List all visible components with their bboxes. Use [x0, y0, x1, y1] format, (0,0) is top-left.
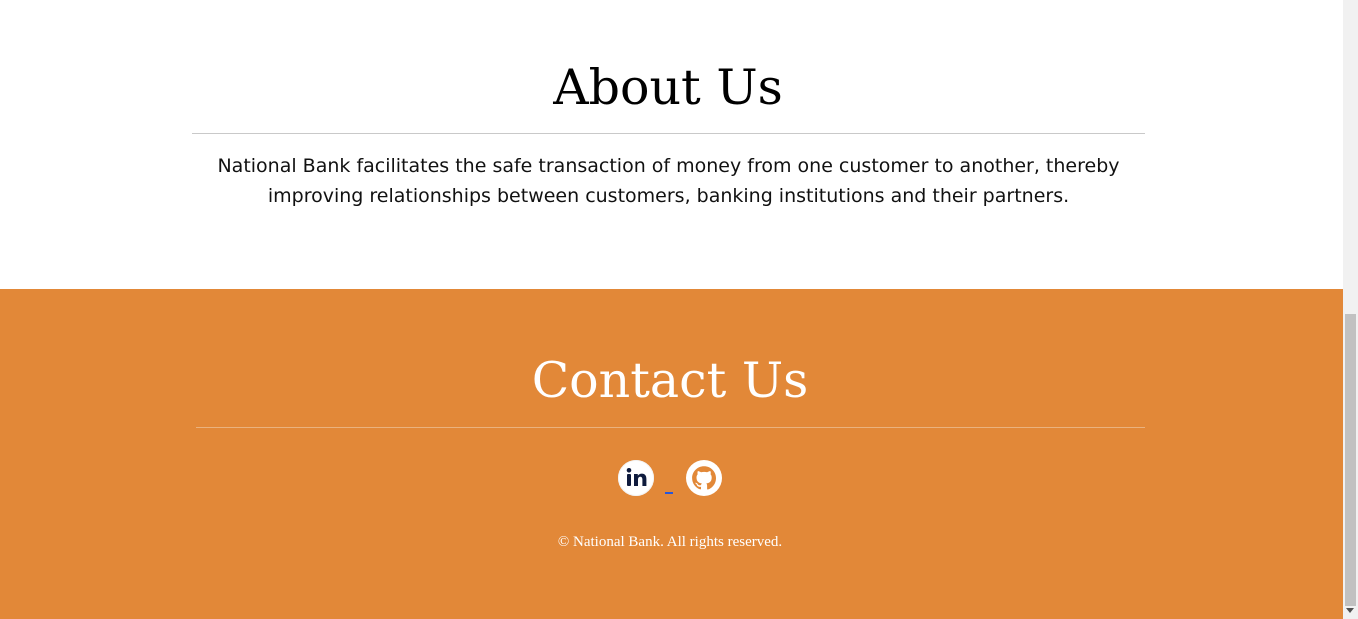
about-divider: [192, 133, 1145, 134]
github-icon: [686, 460, 722, 496]
copyright-text: © National Bank. All rights reserved.: [557, 534, 783, 550]
about-section: About Us National Bank facilitates the s…: [0, 0, 1343, 289]
github-link[interactable]: [685, 459, 723, 497]
contact-section: Contact Us © National Bank. All rights r…: [0, 289, 1343, 619]
page: About Us National Bank facilitates the s…: [0, 0, 1358, 619]
contact-divider: [196, 427, 1145, 428]
contact-title: Contact Us: [531, 352, 809, 409]
link-underline: [665, 492, 673, 494]
linkedin-link[interactable]: [617, 459, 655, 497]
social-links: [617, 459, 727, 499]
about-description: National Bank facilitates the safe trans…: [217, 155, 1120, 207]
vertical-scrollbar[interactable]: [1343, 0, 1358, 619]
linkedin-icon: [618, 460, 654, 496]
scroll-down-arrow-icon[interactable]: [1346, 608, 1354, 613]
about-title: About Us: [553, 59, 783, 116]
scrollbar-thumb[interactable]: [1345, 314, 1356, 606]
page-content: About Us National Bank facilitates the s…: [0, 0, 1343, 619]
